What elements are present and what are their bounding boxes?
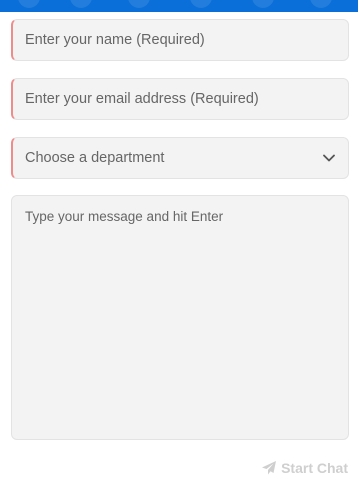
header-bar: [0, 0, 358, 12]
start-chat-label: Start Chat: [281, 460, 348, 476]
name-field-placeholder: Enter your name (Required): [25, 32, 205, 48]
department-select[interactable]: Choose a department: [11, 137, 349, 179]
email-field[interactable]: Enter your email address (Required): [11, 78, 349, 120]
start-chat-button[interactable]: Start Chat: [261, 459, 348, 477]
department-select-value: Choose a department: [25, 150, 165, 166]
header-decoration: [18, 0, 40, 8]
email-field-placeholder: Enter your email address (Required): [25, 91, 259, 107]
header-decoration: [128, 0, 150, 8]
header-decoration: [70, 0, 92, 8]
message-textarea-placeholder: Type your message and hit Enter: [25, 209, 224, 224]
header-decoration: [190, 0, 212, 8]
paper-plane-icon: [261, 460, 277, 476]
message-textarea[interactable]: Type your message and hit Enter: [11, 195, 349, 440]
header-decoration: [252, 0, 274, 8]
name-field[interactable]: Enter your name (Required): [11, 19, 349, 61]
chevron-down-icon: [322, 151, 336, 165]
header-decoration: [310, 0, 332, 8]
